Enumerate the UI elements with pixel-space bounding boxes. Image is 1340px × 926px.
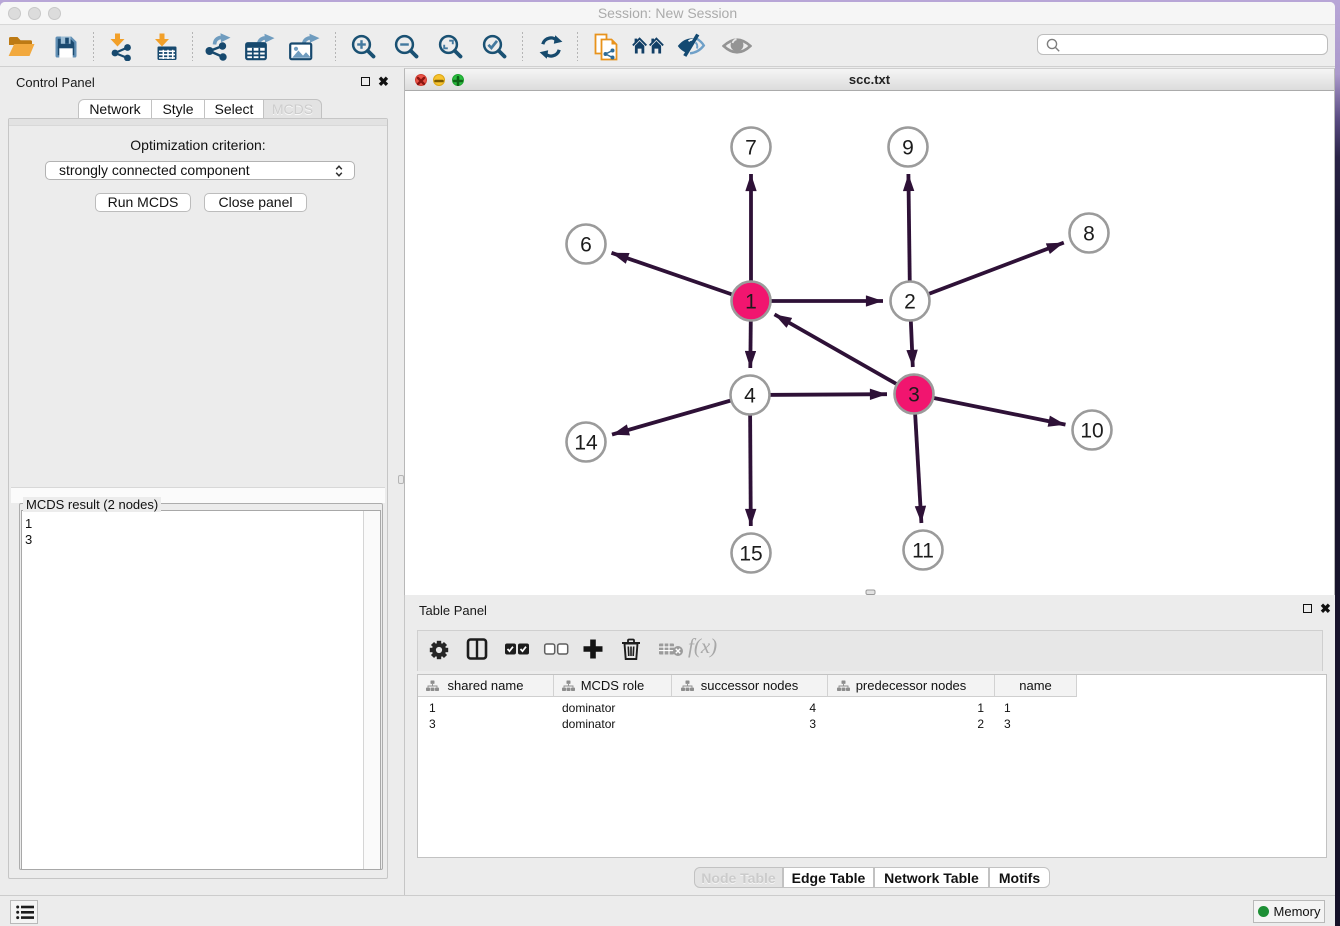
- svg-text:3: 3: [908, 384, 920, 407]
- svg-text:10: 10: [1080, 420, 1103, 443]
- svg-text:7: 7: [745, 137, 757, 160]
- svg-text:9: 9: [902, 137, 914, 160]
- svg-text:8: 8: [1083, 223, 1095, 246]
- svg-text:15: 15: [739, 543, 762, 566]
- svg-text:4: 4: [744, 385, 756, 408]
- svg-text:1: 1: [745, 291, 757, 314]
- svg-text:6: 6: [580, 234, 592, 257]
- svg-text:14: 14: [574, 432, 598, 455]
- svg-text:2: 2: [904, 291, 916, 314]
- svg-text:11: 11: [912, 540, 934, 563]
